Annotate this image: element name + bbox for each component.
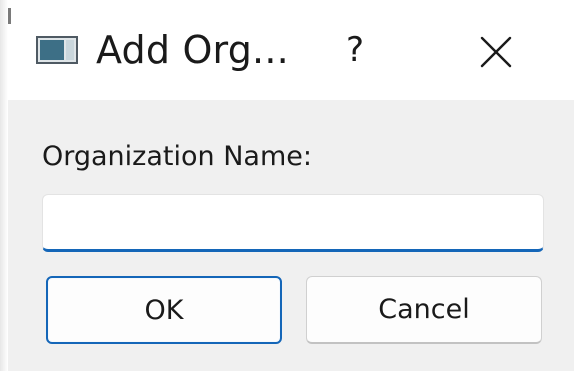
organization-name-label: Organization Name: <box>42 141 312 172</box>
app-window-icon <box>36 36 78 64</box>
window-frame-edge <box>0 0 8 371</box>
ok-button[interactable]: OK <box>46 276 282 344</box>
organization-name-input[interactable] <box>42 194 544 252</box>
close-icon <box>480 36 512 68</box>
dialog-body: Organization Name: OK Cancel <box>8 100 574 371</box>
app-icon-pane-light <box>66 40 74 60</box>
app-icon-pane <box>40 40 64 60</box>
close-button[interactable] <box>466 22 526 82</box>
title-bar[interactable]: Add Org... ? <box>0 0 574 100</box>
window-title: Add Org... <box>96 28 289 72</box>
window-frame-corner <box>8 8 11 24</box>
help-button[interactable]: ? <box>325 20 385 80</box>
add-organization-dialog: Add Org... ? Organization Name: OK Cance… <box>0 0 574 371</box>
cancel-button[interactable]: Cancel <box>306 276 542 344</box>
